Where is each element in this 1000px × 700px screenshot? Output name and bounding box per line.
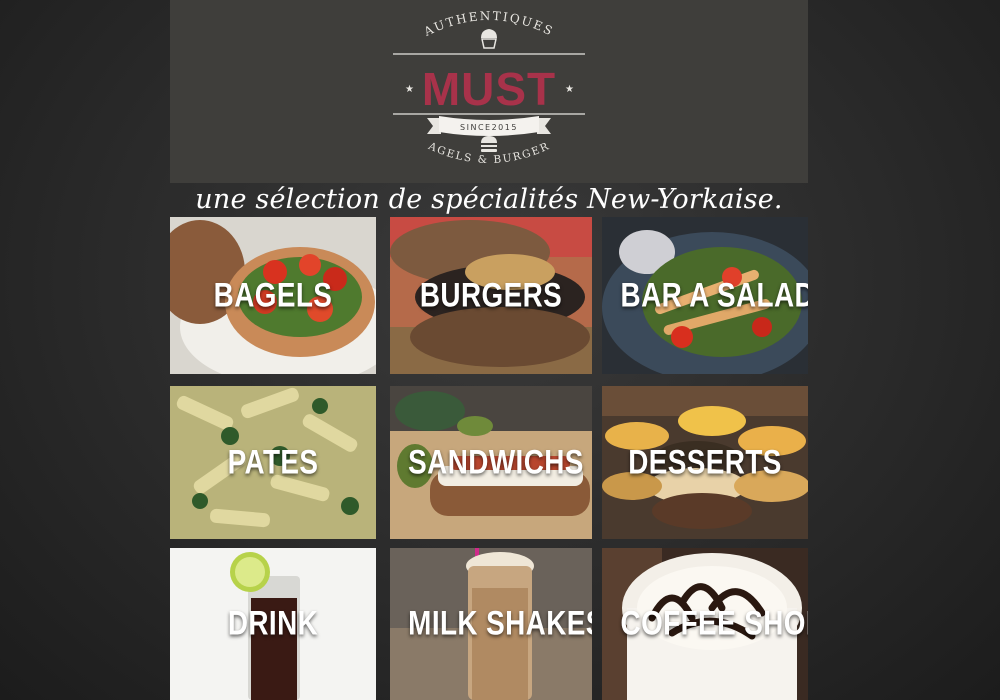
menu-tile-milk-shakes[interactable]: MILK SHAKES <box>390 548 592 700</box>
menu-tile-label: DRINK <box>227 604 319 643</box>
cupcake-icon <box>481 29 497 49</box>
menu-tile-label: DESSERTS <box>628 443 782 481</box>
menu-tile-label: PATES <box>227 443 319 481</box>
star-icon: ★ <box>565 84 574 95</box>
brand-name: MUST <box>422 63 556 115</box>
menu-tile-label: BAR A SALADE <box>620 276 808 314</box>
menu-tile-drink[interactable]: DRINK <box>170 548 376 700</box>
menu-tile-burgers[interactable]: BURGERS <box>390 217 592 374</box>
menu-tile-bagels[interactable]: BAGELS <box>170 217 376 374</box>
must-logo[interactable]: AUTHENTIQUES ★ ★ MUST SINCE2015 AGELS & … <box>389 6 589 176</box>
menu-tile-bar-a-salade[interactable]: BAR A SALADE <box>602 217 808 374</box>
menu-tile-coffee-shop[interactable]: COFFEE SHOP <box>602 548 808 700</box>
menu-tile-label: MILK SHAKES <box>408 604 592 643</box>
burger-icon <box>481 136 497 152</box>
brand-since: SINCE2015 <box>460 123 518 132</box>
menu-tile-sandwichs[interactable]: SANDWICHS <box>390 386 592 539</box>
tagline: une sélection de spécialités New-Yorkais… <box>195 184 783 215</box>
menu-tile-label: BAGELS <box>213 276 333 314</box>
header-banner: AUTHENTIQUES ★ ★ MUST SINCE2015 AGELS & … <box>170 0 808 183</box>
menu-tile-label: COFFEE SHOP <box>620 604 808 643</box>
star-icon: ★ <box>405 84 414 95</box>
menu-tile-desserts[interactable]: DESSERTS <box>602 386 808 539</box>
page-container: AUTHENTIQUES ★ ★ MUST SINCE2015 AGELS & … <box>170 0 808 700</box>
menu-tile-pates[interactable]: PATES <box>170 386 376 539</box>
menu-tile-label: BURGERS <box>419 276 563 314</box>
menu-tile-label: SANDWICHS <box>408 443 584 481</box>
